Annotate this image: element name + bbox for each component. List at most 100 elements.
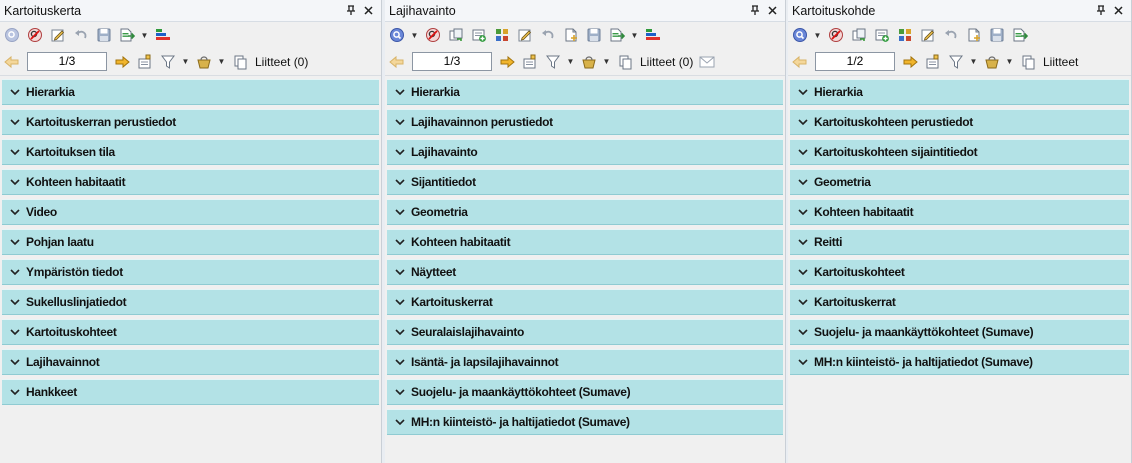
chevron-down-icon[interactable] bbox=[10, 327, 20, 337]
chevron-down-icon[interactable] bbox=[395, 147, 405, 157]
chevron-down-icon[interactable] bbox=[10, 357, 20, 367]
section-header[interactable]: Lajihavainnot bbox=[2, 349, 379, 375]
section-header[interactable]: Kohteen habitaatit bbox=[387, 229, 783, 255]
chevron-down-icon[interactable] bbox=[798, 267, 808, 277]
section-header[interactable]: Kartoituskerrat bbox=[790, 289, 1129, 315]
chevron-down-icon[interactable] bbox=[10, 297, 20, 307]
section-header[interactable]: Kartoituskohteen sijaintitiedot bbox=[790, 139, 1129, 165]
close-icon[interactable] bbox=[1111, 3, 1126, 18]
dropdown-arrow-icon[interactable]: ▼ bbox=[969, 57, 978, 66]
undo-icon[interactable] bbox=[538, 25, 558, 45]
chevron-down-icon[interactable] bbox=[10, 117, 20, 127]
prev-icon[interactable] bbox=[387, 52, 407, 72]
next-icon[interactable] bbox=[900, 52, 920, 72]
properties-icon[interactable] bbox=[923, 52, 943, 72]
section-header[interactable]: Kartoituskohteet bbox=[2, 319, 379, 345]
attachment-icon[interactable] bbox=[230, 52, 250, 72]
record-pager[interactable]: 1/3 bbox=[412, 52, 492, 71]
chart-icon[interactable] bbox=[153, 25, 173, 45]
save-icon[interactable] bbox=[987, 25, 1007, 45]
section-header[interactable]: Isäntä- ja lapsilajihavainnot bbox=[387, 349, 783, 375]
chart-icon[interactable] bbox=[643, 25, 663, 45]
search-icon[interactable] bbox=[2, 25, 22, 45]
attachment-icon[interactable] bbox=[1018, 52, 1038, 72]
chevron-down-icon[interactable] bbox=[395, 417, 405, 427]
edit-icon[interactable] bbox=[515, 25, 535, 45]
chevron-down-icon[interactable] bbox=[10, 267, 20, 277]
properties-icon[interactable] bbox=[135, 52, 155, 72]
section-header[interactable]: Suojelu- ja maankäyttökohteet (Sumave) bbox=[790, 319, 1129, 345]
chevron-down-icon[interactable] bbox=[395, 387, 405, 397]
section-header[interactable]: Kartoituskerran perustiedot bbox=[2, 109, 379, 135]
section-header[interactable]: Geometria bbox=[387, 199, 783, 225]
chevron-down-icon[interactable] bbox=[395, 237, 405, 247]
new-icon[interactable] bbox=[964, 25, 984, 45]
section-header[interactable]: Kohteen habitaatit bbox=[790, 199, 1129, 225]
grid-icon[interactable] bbox=[492, 25, 512, 45]
save-icon[interactable] bbox=[94, 25, 114, 45]
section-header[interactable]: Lajihavainnon perustiedot bbox=[387, 109, 783, 135]
chevron-down-icon[interactable] bbox=[798, 117, 808, 127]
dropdown-arrow-icon[interactable]: ▼ bbox=[410, 31, 419, 40]
record-pager[interactable]: 1/2 bbox=[815, 52, 895, 71]
section-header[interactable]: Hierarkia bbox=[387, 79, 783, 105]
chevron-down-icon[interactable] bbox=[798, 297, 808, 307]
chevron-down-icon[interactable] bbox=[395, 117, 405, 127]
section-header[interactable]: Kohteen habitaatit bbox=[2, 169, 379, 195]
chevron-down-icon[interactable] bbox=[395, 207, 405, 217]
chevron-down-icon[interactable] bbox=[798, 237, 808, 247]
section-header[interactable]: Pohjan laatu bbox=[2, 229, 379, 255]
next-icon[interactable] bbox=[497, 52, 517, 72]
chevron-down-icon[interactable] bbox=[10, 387, 20, 397]
chevron-down-icon[interactable] bbox=[395, 177, 405, 187]
undo-icon[interactable] bbox=[941, 25, 961, 45]
chevron-down-icon[interactable] bbox=[395, 267, 405, 277]
pin-icon[interactable] bbox=[343, 3, 358, 18]
dropdown-arrow-icon[interactable]: ▼ bbox=[140, 31, 149, 40]
copy-icon[interactable] bbox=[446, 25, 466, 45]
section-header[interactable]: Hankkeet bbox=[2, 379, 379, 405]
attachment-icon[interactable] bbox=[615, 52, 635, 72]
section-header[interactable]: MH:n kiinteistö- ja haltijatiedot (Sumav… bbox=[387, 409, 783, 435]
section-header[interactable]: Näytteet bbox=[387, 259, 783, 285]
filter-icon[interactable] bbox=[158, 52, 178, 72]
dropdown-arrow-icon[interactable]: ▼ bbox=[602, 57, 611, 66]
dropdown-arrow-icon[interactable]: ▼ bbox=[181, 57, 190, 66]
next-icon[interactable] bbox=[112, 52, 132, 72]
dropdown-arrow-icon[interactable]: ▼ bbox=[1005, 57, 1014, 66]
section-header[interactable]: Hierarkia bbox=[790, 79, 1129, 105]
search-icon[interactable] bbox=[387, 25, 407, 45]
section-header[interactable]: Sijantitiedot bbox=[387, 169, 783, 195]
prev-icon[interactable] bbox=[2, 52, 22, 72]
clear-search-icon[interactable] bbox=[826, 25, 846, 45]
section-header[interactable]: Lajihavainto bbox=[387, 139, 783, 165]
dropdown-arrow-icon[interactable]: ▼ bbox=[217, 57, 226, 66]
section-header[interactable]: Video bbox=[2, 199, 379, 225]
export-icon[interactable] bbox=[1010, 25, 1030, 45]
new-icon[interactable] bbox=[561, 25, 581, 45]
chevron-down-icon[interactable] bbox=[395, 87, 405, 97]
edit-icon[interactable] bbox=[48, 25, 68, 45]
pin-icon[interactable] bbox=[1093, 3, 1108, 18]
export-icon[interactable] bbox=[607, 25, 627, 45]
chevron-down-icon[interactable] bbox=[798, 327, 808, 337]
copy-icon[interactable] bbox=[849, 25, 869, 45]
chevron-down-icon[interactable] bbox=[395, 297, 405, 307]
basket-icon[interactable] bbox=[194, 52, 214, 72]
dropdown-arrow-icon[interactable]: ▼ bbox=[813, 31, 822, 40]
chevron-down-icon[interactable] bbox=[10, 237, 20, 247]
close-icon[interactable] bbox=[361, 3, 376, 18]
dropdown-arrow-icon[interactable]: ▼ bbox=[630, 31, 639, 40]
chevron-down-icon[interactable] bbox=[10, 177, 20, 187]
properties-icon[interactable] bbox=[520, 52, 540, 72]
section-header[interactable]: Seuralaislajihavainto bbox=[387, 319, 783, 345]
prev-icon[interactable] bbox=[790, 52, 810, 72]
dropdown-arrow-icon[interactable]: ▼ bbox=[566, 57, 575, 66]
section-header[interactable]: Kartoituskerrat bbox=[387, 289, 783, 315]
chevron-down-icon[interactable] bbox=[395, 357, 405, 367]
chevron-down-icon[interactable] bbox=[798, 357, 808, 367]
section-header[interactable]: Reitti bbox=[790, 229, 1129, 255]
section-header[interactable]: Geometria bbox=[790, 169, 1129, 195]
section-header[interactable]: Kartoituskohteet bbox=[790, 259, 1129, 285]
add-icon[interactable] bbox=[872, 25, 892, 45]
